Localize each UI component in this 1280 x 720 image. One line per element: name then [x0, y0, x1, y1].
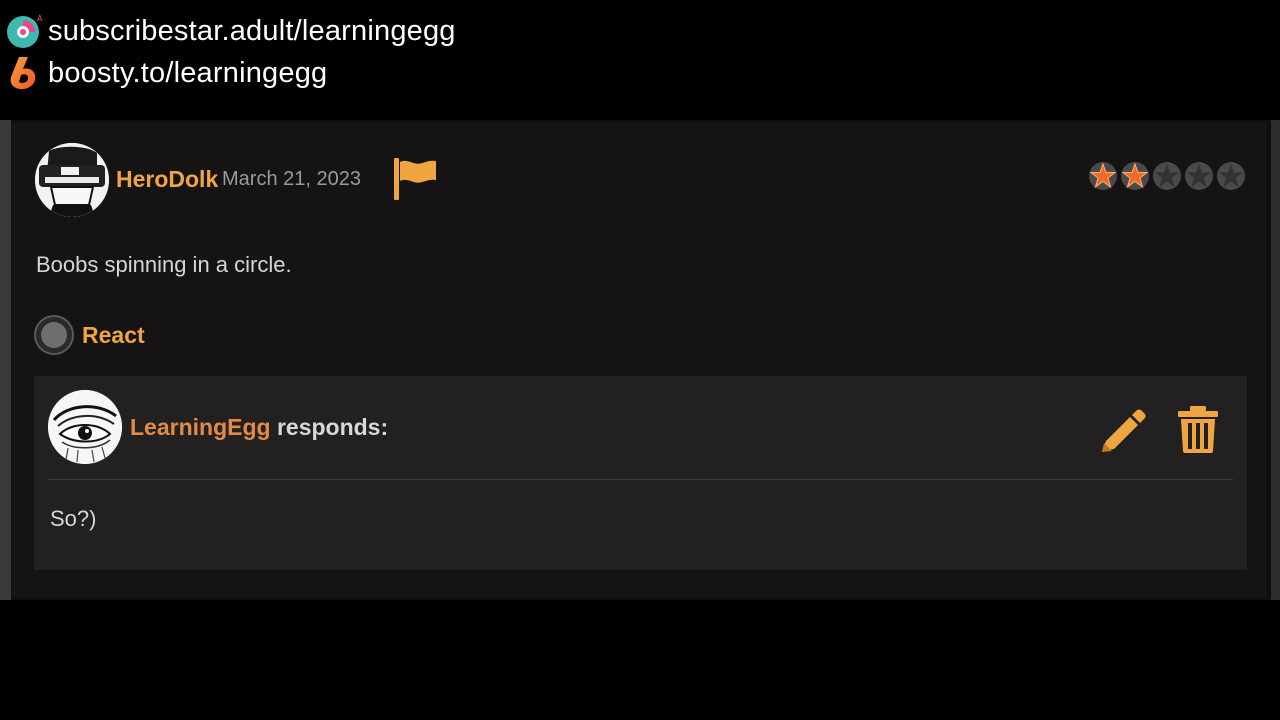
subscribestar-link-text: subscribestar.adult/learningegg [48, 14, 456, 47]
response-block [34, 376, 1247, 570]
subscribestar-link[interactable]: A subscribestar.adult/learningegg [6, 10, 456, 52]
promo-links: A subscribestar.adult/learningegg boosty… [6, 10, 456, 94]
star-empty-icon [1217, 162, 1245, 190]
react-label: React [82, 321, 145, 348]
svg-text:A: A [37, 14, 42, 23]
response-header: LearningEgg responds: [130, 414, 388, 441]
boosty-logo-icon [6, 55, 42, 91]
responder-avatar[interactable] [48, 390, 122, 464]
responder-username[interactable]: LearningEgg [130, 414, 271, 440]
reviewer-avatar[interactable] [35, 143, 109, 217]
rating-stars [1088, 160, 1246, 192]
responds-label: responds: [270, 414, 389, 440]
report-flag-icon[interactable] [392, 156, 438, 202]
star-empty-icon [1185, 162, 1213, 190]
delete-trash-icon[interactable] [1176, 405, 1220, 453]
react-button[interactable]: React [34, 315, 145, 355]
boosty-link-text: boosty.to/learningegg [48, 56, 328, 89]
boosty-link[interactable]: boosty.to/learningegg [6, 52, 456, 94]
review-text: Boobs spinning in a circle. [36, 252, 292, 277]
panel-border-right [1271, 120, 1280, 600]
review-date: March 21, 2023 [222, 168, 361, 190]
edit-pencil-icon[interactable] [1098, 405, 1146, 453]
response-text: So?) [50, 506, 97, 531]
star-filled-icon [1121, 162, 1149, 190]
reviewer-username[interactable]: HeroDolk [116, 166, 218, 193]
star-filled-icon [1089, 162, 1117, 190]
response-divider [48, 479, 1233, 480]
panel-border-left [0, 120, 11, 600]
subscribestar-logo-icon: A [6, 13, 43, 49]
react-circle-icon [34, 315, 74, 355]
star-empty-icon [1153, 162, 1181, 190]
